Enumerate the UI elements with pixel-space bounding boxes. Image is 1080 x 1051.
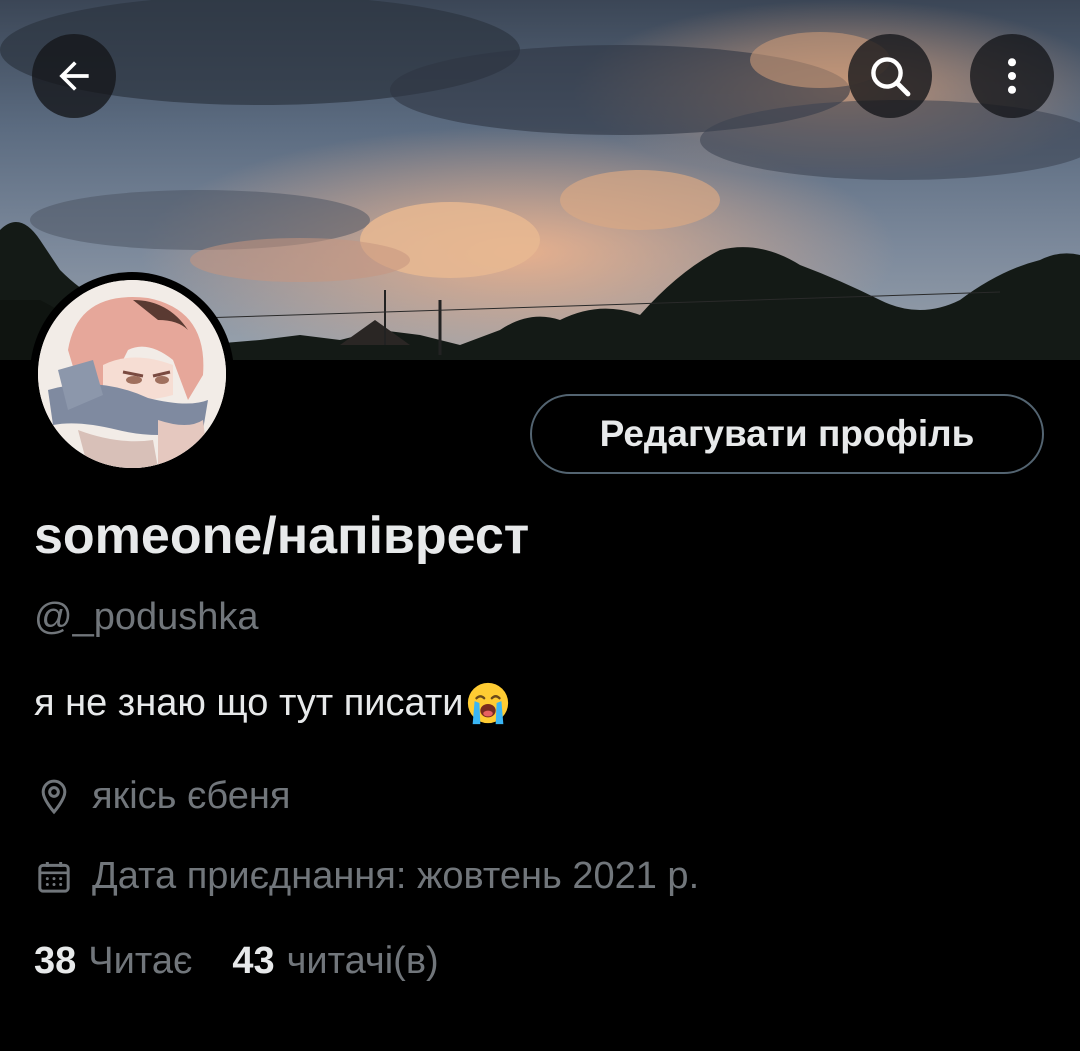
location-text: якісь єбеня [92,775,291,817]
followers-count: 43 [232,940,275,982]
profile-page: Редагувати профіль someone/напіврест @_p… [0,0,1080,1051]
more-vertical-icon [1007,58,1017,94]
bio-text: я не знаю що тут писати [34,681,464,724]
bio: я не знаю що тут писати [34,680,511,726]
avatar[interactable] [30,272,234,476]
following-link[interactable]: 38 Читає [34,940,192,983]
join-date-text: Дата приєднання: жовтень 2021 р. [92,855,700,897]
avatar-image [38,280,226,468]
following-label: Читає [88,940,193,982]
location-pin-icon [34,777,74,817]
followers-label: читачі(в) [286,940,439,982]
follow-stats: 38 Читає 43 читачі(в) [34,940,479,983]
search-button[interactable] [848,34,932,118]
calendar-icon [34,857,74,897]
followers-link[interactable]: 43 читачі(в) [232,940,438,983]
username-handle: @_podushka [34,596,259,638]
loudly-crying-face-emoji-icon [468,682,509,725]
display-name: someone/напіврест [34,507,530,565]
arrow-left-icon [59,61,89,91]
location-row: якісь єбеня [34,775,290,818]
edit-profile-button[interactable]: Редагувати профіль [530,394,1044,474]
following-count: 38 [34,940,77,982]
search-icon [871,57,911,97]
join-date-row: Дата приєднання: жовтень 2021 р. [34,855,699,898]
more-options-button[interactable] [970,34,1054,118]
back-button[interactable] [32,34,116,118]
